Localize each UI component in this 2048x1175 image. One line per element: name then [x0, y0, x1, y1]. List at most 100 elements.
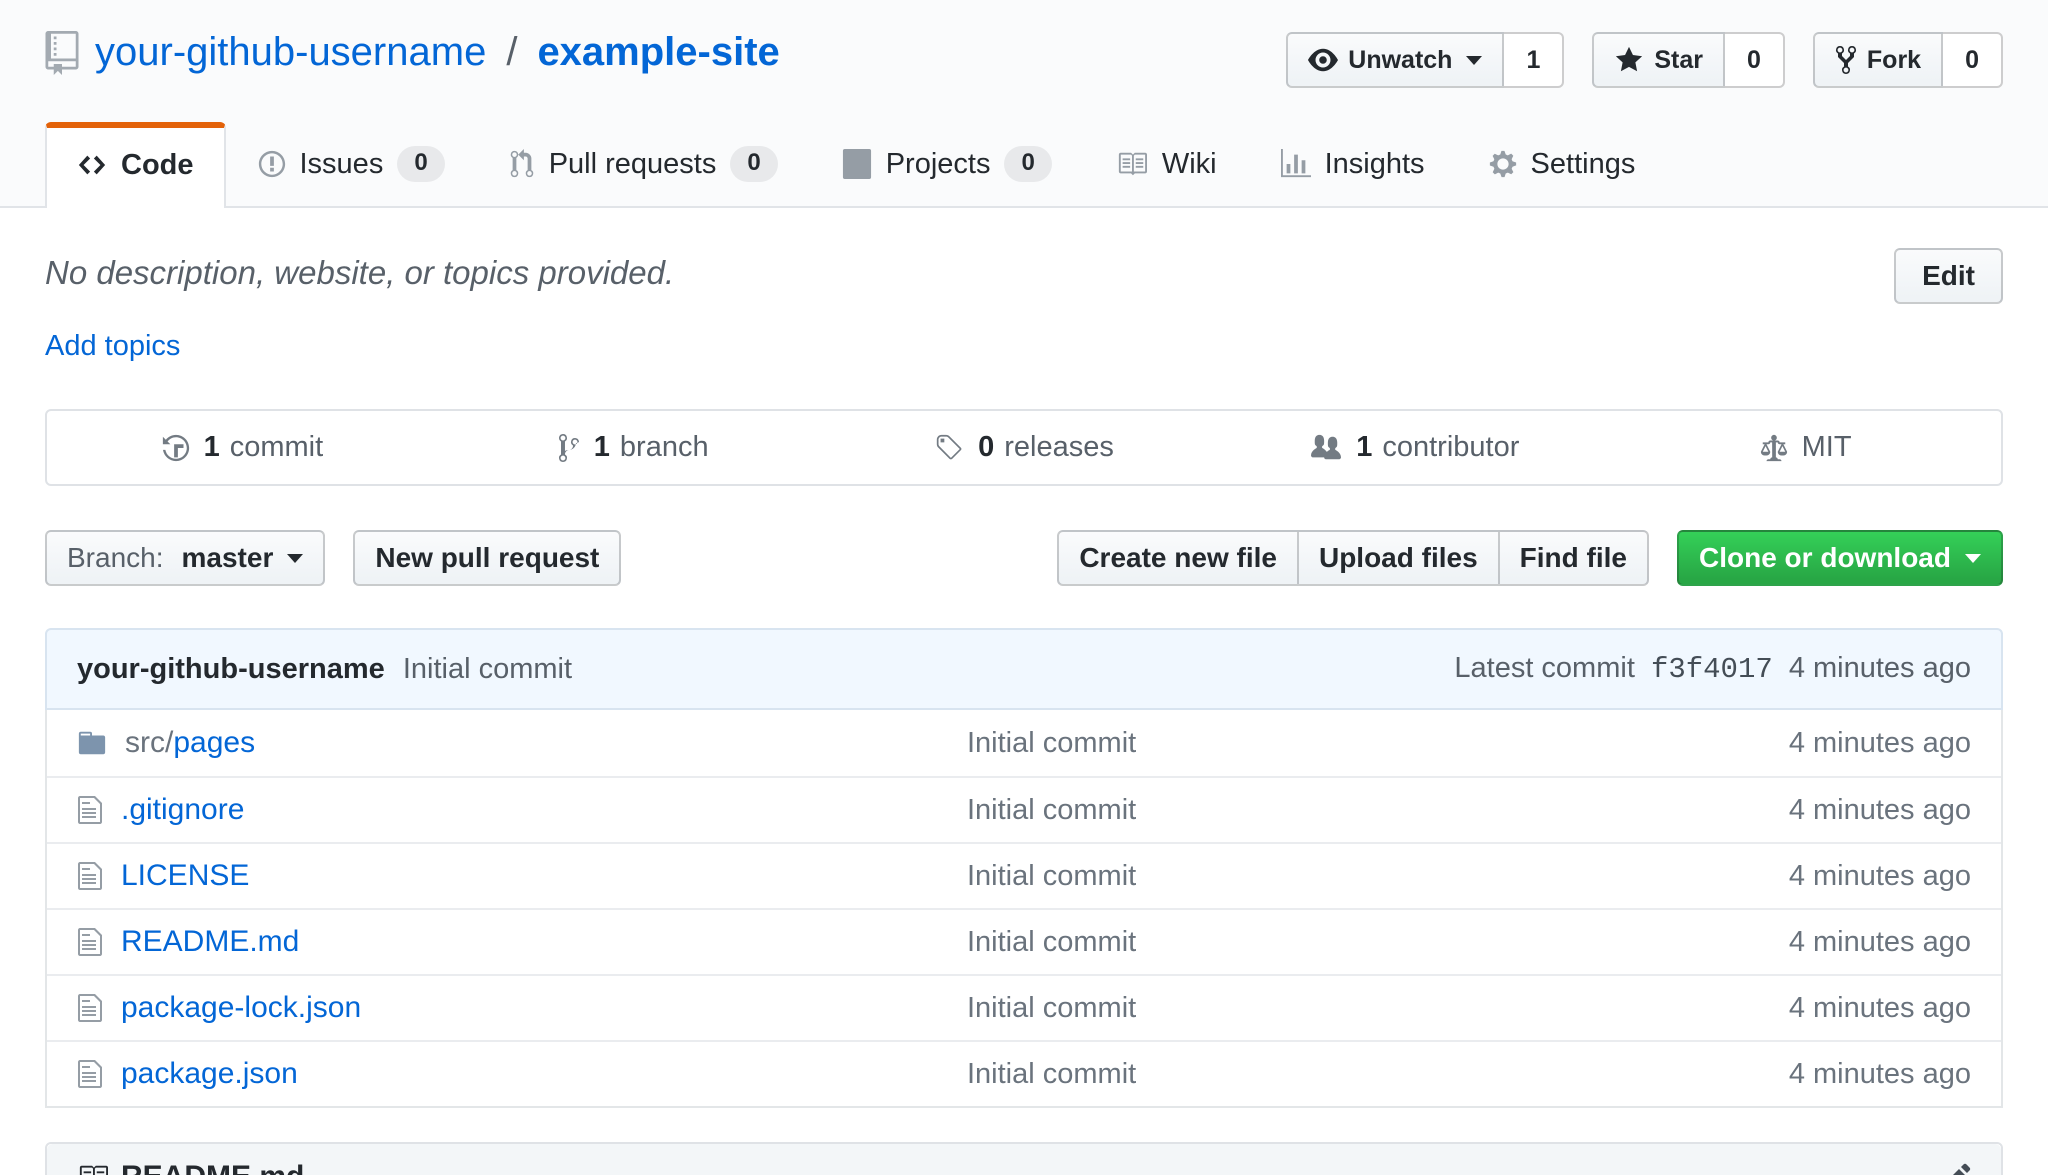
add-topics-link[interactable]: Add topics	[45, 330, 180, 363]
repo-owner-link[interactable]: your-github-username	[95, 30, 486, 75]
clone-or-download-button[interactable]: Clone or download	[1677, 530, 2003, 586]
file-actions-group: Create new file Upload files Find file	[1057, 530, 1649, 586]
branch-selector-button[interactable]: Branch: master	[45, 530, 325, 586]
table-row: src/pages Initial commit 4 minutes ago	[47, 710, 2001, 776]
table-row: package.json Initial commit 4 minutes ag…	[47, 1040, 2001, 1106]
chevron-down-icon	[287, 554, 303, 563]
chevron-down-icon	[1965, 554, 1981, 563]
commit-message-link[interactable]: Initial commit	[967, 992, 1136, 1024]
issues-count-badge: 0	[397, 146, 444, 182]
create-new-file-button[interactable]: Create new file	[1057, 530, 1299, 586]
stat-releases[interactable]: 0 releases	[829, 431, 1220, 464]
commit-message-link[interactable]: Initial commit	[967, 926, 1136, 958]
pull-request-icon	[509, 149, 535, 179]
tab-insights[interactable]: Insights	[1249, 122, 1457, 206]
pagehead-actions: Unwatch 1 Star 0 Fork 0	[1286, 32, 2003, 88]
gear-icon	[1489, 149, 1517, 179]
file-icon	[77, 992, 103, 1024]
repo-name-link[interactable]: example-site	[537, 30, 779, 75]
stat-commits[interactable]: 1 commit	[47, 431, 438, 464]
people-icon	[1310, 433, 1342, 463]
repo-description: No description, website, or topics provi…	[45, 248, 674, 292]
readme-book-icon	[77, 1162, 109, 1175]
stat-license[interactable]: MIT	[1610, 431, 2001, 464]
edit-readme-pencil-icon[interactable]	[1943, 1161, 1971, 1175]
commit-message-link[interactable]: Initial commit	[967, 727, 1136, 759]
table-row: .gitignore Initial commit 4 minutes ago	[47, 776, 2001, 842]
projects-count-badge: 0	[1004, 146, 1051, 182]
tab-settings[interactable]: Settings	[1457, 122, 1668, 206]
file-link[interactable]: package-lock.json	[121, 991, 361, 1024]
repo-icon	[45, 31, 79, 75]
file-icon	[77, 926, 103, 958]
latest-commit-label: Latest commit	[1454, 652, 1635, 684]
table-row: package-lock.json Initial commit 4 minut…	[47, 974, 2001, 1040]
fork-button[interactable]: Fork	[1813, 32, 1943, 88]
readme-title: README.md	[121, 1160, 304, 1175]
star-icon	[1614, 45, 1644, 75]
file-link[interactable]: package.json	[121, 1057, 298, 1090]
file-age: 4 minutes ago	[1641, 860, 1971, 893]
folder-icon	[77, 728, 107, 758]
forks-count[interactable]: 0	[1943, 32, 2003, 88]
commit-author-link[interactable]: your-github-username	[77, 653, 385, 685]
tab-issues[interactable]: Issues 0	[226, 122, 477, 206]
stat-contributors[interactable]: 1 contributor	[1219, 431, 1610, 464]
find-file-button[interactable]: Find file	[1500, 530, 1649, 586]
law-icon	[1760, 433, 1788, 463]
code-icon	[77, 150, 107, 180]
file-link[interactable]: pages	[173, 726, 255, 759]
graph-icon	[1281, 149, 1311, 179]
pull-requests-count-badge: 0	[730, 146, 777, 182]
breadcrumb-separator: /	[502, 30, 521, 75]
file-link[interactable]: LICENSE	[121, 859, 249, 892]
file-list: src/pages Initial commit 4 minutes ago .…	[45, 710, 2003, 1108]
file-icon	[77, 794, 103, 826]
file-path-prefix[interactable]: src/	[125, 726, 173, 759]
table-row: LICENSE Initial commit 4 minutes ago	[47, 842, 2001, 908]
file-age: 4 minutes ago	[1641, 992, 1971, 1025]
file-link[interactable]: README.md	[121, 925, 299, 958]
latest-commit-bar: your-github-username Initial commit Late…	[45, 628, 2003, 710]
commit-message-link[interactable]: Initial commit	[967, 794, 1136, 826]
commit-message-link[interactable]: Initial commit	[967, 1058, 1136, 1090]
file-age: 4 minutes ago	[1641, 794, 1971, 827]
table-row: README.md Initial commit 4 minutes ago	[47, 908, 2001, 974]
project-icon	[842, 149, 872, 179]
watchers-count[interactable]: 1	[1504, 32, 1564, 88]
commit-message-link[interactable]: Initial commit	[403, 653, 572, 685]
file-icon	[77, 1058, 103, 1090]
tab-projects[interactable]: Projects 0	[810, 122, 1084, 206]
tab-wiki[interactable]: Wiki	[1084, 122, 1249, 206]
commit-sha-link[interactable]: f3f4017	[1651, 653, 1773, 686]
file-age: 4 minutes ago	[1641, 727, 1971, 760]
repo-tabs: Code Issues 0 Pull requests 0 Projects 0…	[45, 122, 2003, 206]
tab-pull-requests[interactable]: Pull requests 0	[477, 122, 810, 206]
tag-icon	[934, 433, 964, 463]
eye-icon	[1308, 45, 1338, 75]
issue-icon	[258, 149, 286, 179]
repo-header: your-github-username / example-site Unwa…	[0, 0, 2048, 208]
wiki-book-icon	[1116, 149, 1148, 179]
upload-files-button[interactable]: Upload files	[1299, 530, 1500, 586]
file-icon	[77, 860, 103, 892]
chevron-down-icon	[1466, 56, 1482, 65]
new-pull-request-button[interactable]: New pull request	[353, 530, 621, 586]
file-link[interactable]: .gitignore	[121, 793, 244, 826]
file-age: 4 minutes ago	[1641, 926, 1971, 959]
repo-breadcrumb: your-github-username / example-site	[45, 30, 780, 75]
file-age: 4 minutes ago	[1641, 1058, 1971, 1091]
repo-stats-bar: 1 commit 1 branch 0 releases 1 contribut…	[45, 409, 2003, 486]
fork-icon	[1835, 44, 1857, 76]
stat-branches[interactable]: 1 branch	[438, 431, 829, 464]
star-button[interactable]: Star	[1592, 32, 1725, 88]
unwatch-button[interactable]: Unwatch	[1286, 32, 1504, 88]
commit-message-link[interactable]: Initial commit	[967, 860, 1136, 892]
edit-description-button[interactable]: Edit	[1894, 248, 2003, 304]
tab-code[interactable]: Code	[45, 122, 226, 208]
repo-main: No description, website, or topics provi…	[0, 248, 2048, 1175]
commit-time: 4 minutes ago	[1789, 652, 1971, 684]
branch-icon	[558, 432, 580, 464]
history-icon	[162, 433, 190, 463]
stargazers-count[interactable]: 0	[1725, 32, 1785, 88]
